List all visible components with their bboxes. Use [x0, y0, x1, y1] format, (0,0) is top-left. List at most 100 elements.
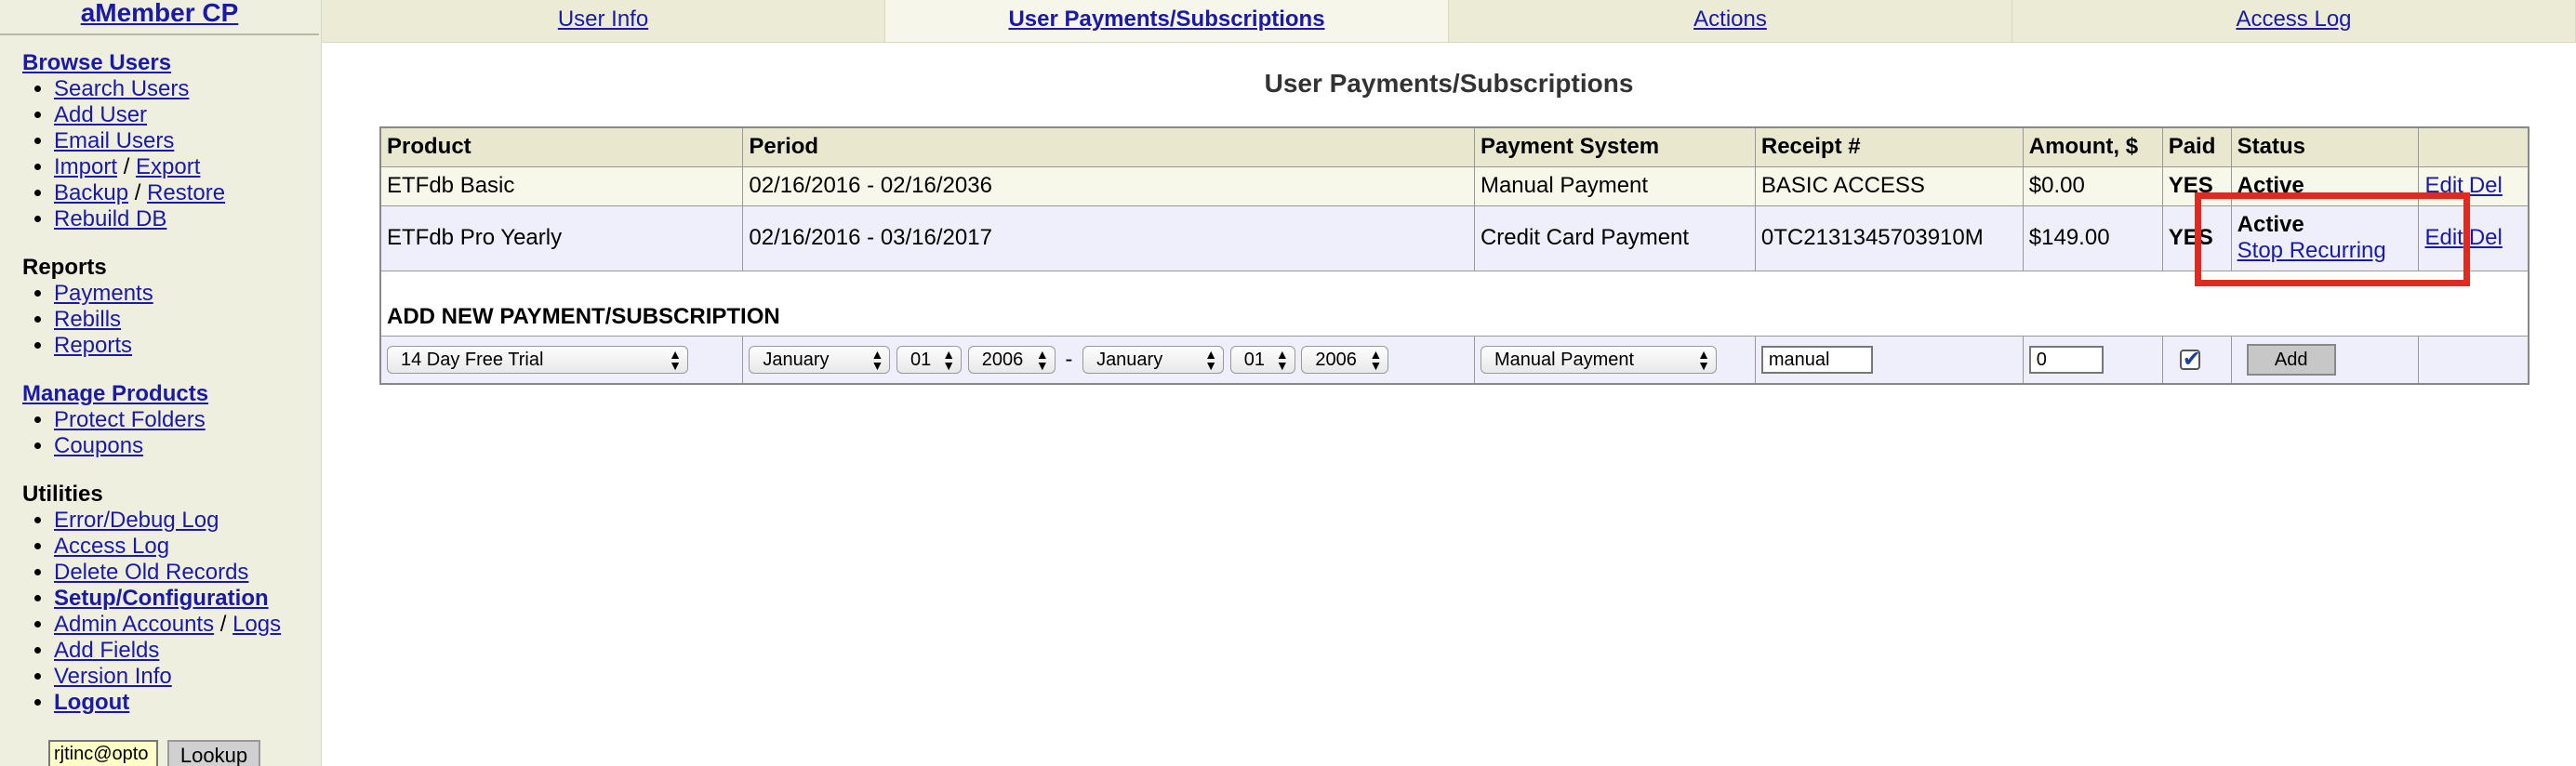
lookup-input[interactable]	[48, 740, 158, 766]
rebuild-db-link[interactable]: Rebuild DB	[54, 206, 166, 231]
separator: /	[134, 180, 141, 205]
admin-accounts-link[interactable]: Admin Accounts	[54, 612, 214, 637]
browse-users-section: Browse Users Search Users Add User Email…	[0, 50, 321, 232]
cell-amount: $149.00	[2022, 205, 2163, 271]
error-debug-log-link[interactable]: Error/Debug Log	[54, 508, 219, 533]
tab-access-log[interactable]: Access Log	[2012, 0, 2576, 42]
select-arrows-icon: ▲ ▼	[870, 346, 884, 373]
reports-heading: Reports	[22, 255, 107, 280]
period-dash: -	[1065, 346, 1073, 372]
begin-month-select[interactable]: January ▲ ▼	[749, 345, 891, 374]
logout-link[interactable]: Logout	[54, 690, 129, 715]
payment-system-select[interactable]: Manual Payment ▲ ▼	[1480, 345, 1717, 374]
header-product: Product	[379, 126, 744, 167]
table-row: ETFdb Pro Yearly 02/16/2016 - 03/16/2017…	[379, 205, 2530, 271]
header-amount: Amount, $	[2022, 126, 2163, 167]
email-users-link[interactable]: Email Users	[54, 128, 174, 153]
edit-link[interactable]: Edit	[2424, 173, 2463, 198]
tab-user-payments-label: User Payments/Subscriptions	[1008, 7, 1325, 32]
version-info-link[interactable]: Version Info	[54, 664, 172, 689]
sidebar-item-add-fields: Add Fields	[54, 638, 321, 664]
cell-paid: YES	[2161, 205, 2232, 271]
cell-actions: Edit Del	[2418, 205, 2530, 271]
payments-link[interactable]: Payments	[54, 281, 153, 306]
cell-paid-checkbox	[2161, 335, 2232, 385]
product-select[interactable]: 14 Day Free Trial ▲ ▼	[387, 345, 688, 374]
brand-link[interactable]: aMember CP	[0, 0, 319, 35]
rebills-link[interactable]: Rebills	[54, 307, 121, 332]
end-day-value: 01	[1243, 349, 1265, 370]
add-user-link[interactable]: Add User	[54, 102, 147, 127]
paid-checkbox[interactable]	[2179, 346, 2201, 373]
delete-link[interactable]: Del	[2469, 173, 2503, 198]
begin-day-value: 01	[910, 349, 932, 370]
sidebar-item-email-users: Email Users	[54, 128, 321, 154]
end-month-select[interactable]: January ▲ ▼	[1082, 345, 1225, 374]
delete-link[interactable]: Del	[2469, 225, 2503, 250]
sidebar-item-delete-old: Delete Old Records	[54, 560, 321, 586]
sidebar-item-admin-accounts: Admin Accounts / Logs	[54, 612, 321, 638]
tab-actions[interactable]: Actions	[1449, 0, 2012, 42]
cell-amount-input: 0	[2022, 335, 2163, 385]
restore-link[interactable]: Restore	[147, 180, 225, 205]
reports-section: Reports Payments Rebills Reports	[0, 255, 321, 359]
sidebar-item-backup-restore: Backup / Restore	[54, 180, 321, 206]
backup-link[interactable]: Backup	[54, 180, 128, 205]
cell-receipt-input: manual	[1754, 335, 2024, 385]
sidebar-item-payments: Payments	[54, 281, 321, 307]
payments-table: Product Period Payment System Receipt # …	[379, 126, 2530, 385]
sidebar-item-add-user: Add User	[54, 102, 321, 128]
utilities-heading: Utilities	[22, 482, 103, 507]
select-arrows-icon: ▲ ▼	[1204, 346, 1218, 373]
logs-link[interactable]: Logs	[232, 612, 281, 637]
cell-payment-system: Manual Payment	[1473, 165, 1756, 206]
cell-system-select: Manual Payment ▲ ▼	[1473, 335, 1756, 385]
payment-system-value: Manual Payment	[1494, 349, 1635, 370]
cell-period: 02/16/2016 - 03/16/2017	[742, 205, 1475, 271]
header-paid: Paid	[2161, 126, 2232, 167]
cell-paid: YES	[2161, 165, 2232, 206]
import-link[interactable]: Import	[54, 154, 117, 179]
status-text: Active	[2237, 212, 2304, 237]
lookup-button[interactable]: Lookup	[167, 740, 260, 766]
tab-bar: User Info User Payments/Subscriptions Ac…	[322, 0, 2576, 43]
setup-configuration-link[interactable]: Setup/Configuration	[54, 586, 269, 611]
reports-link[interactable]: Reports	[54, 333, 132, 358]
add-button[interactable]: Add	[2246, 343, 2336, 376]
receipt-input[interactable]: manual	[1760, 345, 1873, 374]
delete-old-records-link[interactable]: Delete Old Records	[54, 560, 248, 585]
select-arrows-icon: ▲ ▼	[1697, 346, 1710, 373]
lookup-row: Lookup	[48, 740, 260, 766]
tab-user-info[interactable]: User Info	[322, 0, 885, 42]
manage-products-link[interactable]: Manage Products	[22, 381, 208, 406]
search-users-link[interactable]: Search Users	[54, 76, 189, 101]
add-fields-link[interactable]: Add Fields	[54, 638, 159, 663]
add-payment-row: 14 Day Free Trial ▲ ▼ January ▲ ▼ 01 ▲ ▼ 2006 ▲…	[379, 335, 2530, 385]
access-log-link[interactable]: Access Log	[54, 534, 169, 559]
protect-folders-link[interactable]: Protect Folders	[54, 407, 206, 432]
begin-day-select[interactable]: 01 ▲ ▼	[896, 345, 963, 374]
cell-actions: Edit Del	[2418, 165, 2530, 206]
end-year-select[interactable]: 2006 ▲ ▼	[1301, 345, 1389, 374]
end-day-select[interactable]: 01 ▲ ▼	[1229, 345, 1295, 374]
cell-receipt: 0TC2131345703910M	[1754, 205, 2024, 271]
sidebar-item-access-log: Access Log	[54, 534, 321, 560]
header-receipt: Receipt #	[1754, 126, 2024, 167]
begin-year-select[interactable]: 2006 ▲ ▼	[967, 345, 1056, 374]
add-section-title: ADD NEW PAYMENT/SUBSCRIPTION	[379, 270, 2530, 337]
amount-input[interactable]: 0	[2028, 345, 2104, 374]
sidebar-item-rebuild-db: Rebuild DB	[54, 206, 321, 232]
select-arrows-icon: ▲ ▼	[1275, 346, 1289, 373]
browse-users-link[interactable]: Browse Users	[22, 50, 171, 75]
table-row: ETFdb Basic 02/16/2016 - 02/16/2036 Manu…	[379, 165, 2530, 206]
page-title: User Payments/Subscriptions	[1264, 69, 1634, 98]
export-link[interactable]: Export	[136, 154, 200, 179]
tab-user-payments[interactable]: User Payments/Subscriptions	[885, 0, 1449, 42]
cell-product: ETFdb Basic	[379, 165, 744, 206]
cell-empty	[2418, 335, 2530, 385]
stop-recurring-link[interactable]: Stop Recurring	[2237, 238, 2386, 263]
separator: /	[219, 612, 227, 637]
add-section-header-row: ADD NEW PAYMENT/SUBSCRIPTION	[379, 270, 2530, 337]
edit-link[interactable]: Edit	[2424, 225, 2463, 250]
coupons-link[interactable]: Coupons	[54, 433, 143, 458]
